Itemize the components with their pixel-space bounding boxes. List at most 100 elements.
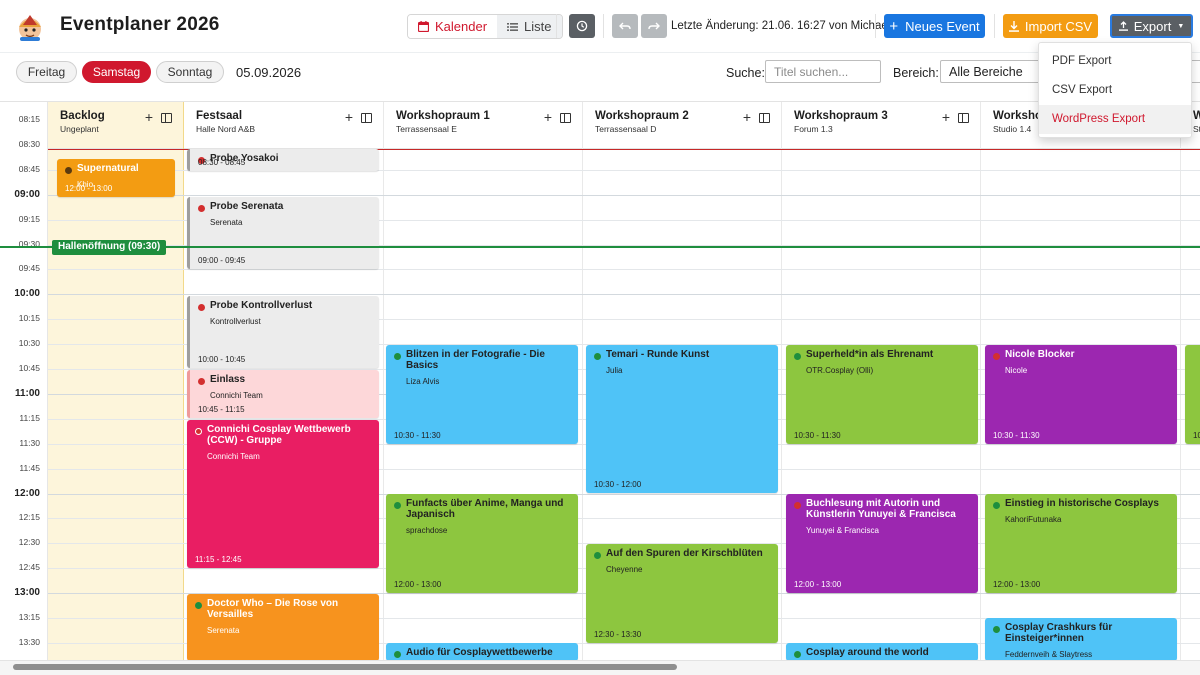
event-time: 11:15 - 12:45: [195, 555, 242, 564]
status-dot-icon: [198, 378, 205, 385]
export-dropdown: PDF Export CSV Export WordPress Export: [1038, 42, 1192, 138]
time-label: 13:30: [18, 636, 40, 647]
sidebar-toggle-icon[interactable]: [759, 113, 770, 123]
status-dot-icon: [794, 502, 801, 509]
event-card[interactable]: Einlass Connichi Team 10:45 - 11:15: [187, 370, 379, 418]
search-label: Suche:: [726, 66, 765, 80]
view-list-button[interactable]: Liste: [497, 15, 562, 38]
export-label: Export: [1133, 18, 1172, 34]
status-dot-icon: [993, 353, 1000, 360]
export-button[interactable]: Export ▼: [1110, 14, 1193, 38]
event-card[interactable]: Supernatural Khio 12:00 - 13:00: [57, 159, 175, 197]
event-card[interactable]: Probe Serenata Serenata 09:00 - 09:45: [187, 197, 379, 269]
import-csv-button[interactable]: Import CSV: [1003, 14, 1098, 38]
top-bar: Eventplaner 2026 Kalender Liste Letzte Ä…: [0, 0, 1200, 52]
event-title: Einstieg in historische Cosplays: [1005, 498, 1159, 509]
add-event-button[interactable]: +: [743, 109, 751, 125]
event-card[interactable]: Probe Yosakoi 08:30 - 08:45: [187, 149, 379, 171]
history-icon: [576, 20, 588, 32]
event-card[interactable]: Funfacts über Anime, Manga und Japanisch…: [386, 494, 578, 593]
day-tab-freitag[interactable]: Freitag: [16, 61, 77, 83]
event-subtitle: Connichi Team: [210, 391, 263, 400]
time-label: 09:00: [14, 188, 40, 200]
add-event-button[interactable]: +: [544, 109, 552, 125]
column-subtitle: Studio 1.4: [993, 124, 1032, 134]
event-card[interactable]: Doctor Who – Die Rose von Versailles Sere…: [187, 594, 379, 660]
new-event-button[interactable]: + Neues Event: [884, 14, 985, 38]
add-event-button[interactable]: +: [145, 109, 153, 125]
sidebar-toggle-icon[interactable]: [560, 113, 571, 123]
event-time: 10:45 - 11:15: [198, 405, 245, 414]
csv-export-item[interactable]: CSV Export: [1039, 76, 1191, 105]
event-card[interactable]: Einstieg in historische Cosplays KahoriFu…: [985, 494, 1177, 593]
event-time: 10:30 - 11:30: [794, 431, 841, 440]
status-dot-icon: [794, 353, 801, 360]
add-event-button[interactable]: +: [942, 109, 950, 125]
time-label: 10:15: [18, 313, 40, 324]
event-card[interactable]: 10: [1185, 345, 1200, 444]
status-dot-icon: [594, 353, 601, 360]
event-title: Temari - Runde Kunst: [606, 349, 710, 360]
new-event-label: Neues Event: [905, 18, 980, 34]
event-subtitle: sprachdose: [406, 526, 448, 535]
sidebar-toggle-icon[interactable]: [361, 113, 372, 123]
event-card[interactable]: Buchlesung mit Autorin und Künstlerin Yu…: [786, 494, 978, 593]
event-card[interactable]: Cosplay Crashkurs für Einsteiger*innen Fe…: [985, 618, 1177, 660]
time-label: 12:45: [18, 562, 40, 573]
divider: [994, 14, 995, 38]
column-header: Workshopraum 2 Terrassensaal D +: [583, 102, 781, 149]
event-card[interactable]: Auf den Spuren der Kirschblüten Cheyenne 1…: [586, 544, 778, 643]
column-subtitle: Forum 1.3: [794, 124, 833, 134]
event-card[interactable]: Cosplay around the world: [786, 643, 978, 660]
event-subtitle: Julia: [606, 366, 623, 375]
horizontal-scrollbar[interactable]: [0, 660, 1200, 675]
grid-line: [48, 269, 1200, 271]
column-title: Backlog: [60, 110, 105, 122]
calendar-grid: 08:15 08:30 08:45 09:00 09:15 09:30 09:45 10:00…: [0, 101, 1200, 660]
time-label: 09:15: [18, 213, 40, 224]
event-card[interactable]: Nicole Blocker Nicole 10:30 - 11:30: [985, 345, 1177, 444]
day-tab-sonntag[interactable]: Sonntag: [156, 61, 224, 83]
event-subtitle: Feddernveih & Slaytress: [1005, 650, 1093, 659]
scrollbar-thumb[interactable]: [13, 664, 677, 670]
search-input[interactable]: [765, 60, 881, 83]
undo-button[interactable]: [612, 14, 638, 38]
event-subtitle: Nicole: [1005, 366, 1028, 375]
wordpress-export-item[interactable]: WordPress Export: [1039, 105, 1191, 134]
column-subtitle: Ungeplant: [60, 124, 99, 134]
event-title: Probe Serenata: [210, 201, 284, 212]
event-subtitle: Connichi Team: [207, 452, 260, 461]
event-title: Nicole Blocker: [1005, 349, 1075, 360]
sidebar-toggle-icon[interactable]: [958, 113, 969, 123]
event-subtitle: Kontrollverlust: [210, 317, 261, 326]
status-dot-icon: [195, 428, 202, 435]
view-list-label: Liste: [524, 19, 552, 34]
column-subtitle: Terrassensaal E: [396, 124, 457, 134]
event-card[interactable]: Blitzen in der Fotografie - Die Basics Li…: [386, 345, 578, 444]
chevron-down-icon: ▼: [1177, 22, 1185, 30]
day-tab-samstag[interactable]: Samstag: [82, 61, 151, 83]
event-card[interactable]: Probe Kontrollverlust Kontrollverlust 10:0…: [187, 296, 379, 368]
undo-icon: [619, 22, 631, 30]
sidebar-toggle-icon[interactable]: [161, 113, 172, 123]
event-time: 12:00 - 13:00: [993, 580, 1041, 589]
event-title: Auf den Spuren der Kirschblüten: [606, 548, 763, 559]
column-header: Workshopraum 1 Terrassensaal E +: [384, 102, 582, 149]
event-card[interactable]: Superheld*in als Ehrenamt OTR.Cosplay (Ol…: [786, 345, 978, 444]
event-card[interactable]: Temari - Runde Kunst Julia 10:30 - 12:00: [586, 345, 778, 493]
add-event-button[interactable]: +: [345, 109, 353, 125]
status-dot-icon: [993, 502, 1000, 509]
redo-button[interactable]: [641, 14, 667, 38]
pdf-export-item[interactable]: PDF Export: [1039, 47, 1191, 76]
time-label: 12:00: [14, 487, 40, 499]
event-card[interactable]: Connichi Cosplay Wettbewerb (CCW) - Grup…: [187, 420, 379, 568]
view-calendar-label: Kalender: [435, 19, 488, 34]
time-label: 10:00: [14, 288, 40, 300]
hall-opening-badge: Hallenöffnung (09:30): [52, 240, 167, 255]
event-title: Superheld*in als Ehrenamt: [806, 349, 934, 360]
history-button[interactable]: [569, 14, 595, 38]
column-subtitle: Terrassensaal D: [595, 124, 657, 134]
grid-line: [48, 194, 1200, 196]
view-calendar-button[interactable]: Kalender: [408, 15, 498, 38]
event-card[interactable]: Audio für Cosplaywettbewerbe: [386, 643, 578, 660]
